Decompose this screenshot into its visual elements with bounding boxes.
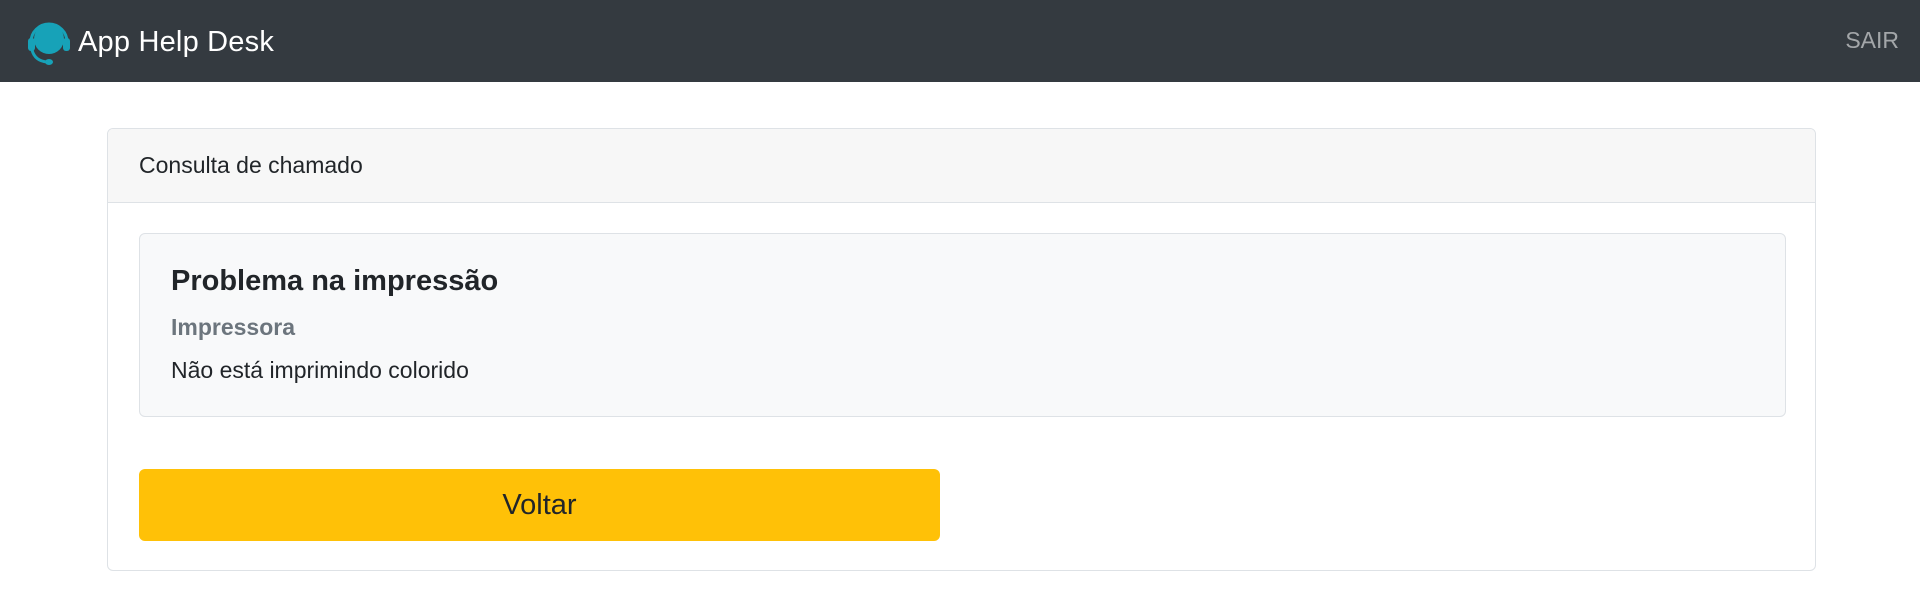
back-button[interactable]: Voltar [139,469,940,541]
headset-icon [27,18,71,66]
card-header: Consulta de chamado [108,129,1815,203]
ticket-description: Não está imprimindo colorido [171,357,469,383]
ticket-card: Consulta de chamado Problema na impressã… [107,128,1816,571]
ticket-category: Impressora [171,314,296,340]
ticket-details: Problema na impressão Impressora Não est… [139,233,1786,417]
brand-link[interactable]: App Help Desk [27,18,274,66]
ticket-title: Problema na impressão [171,265,499,297]
navbar: App Help Desk SAIR [0,0,1920,82]
exit-link[interactable]: SAIR [1845,27,1899,54]
brand-title: App Help Desk [78,25,275,58]
